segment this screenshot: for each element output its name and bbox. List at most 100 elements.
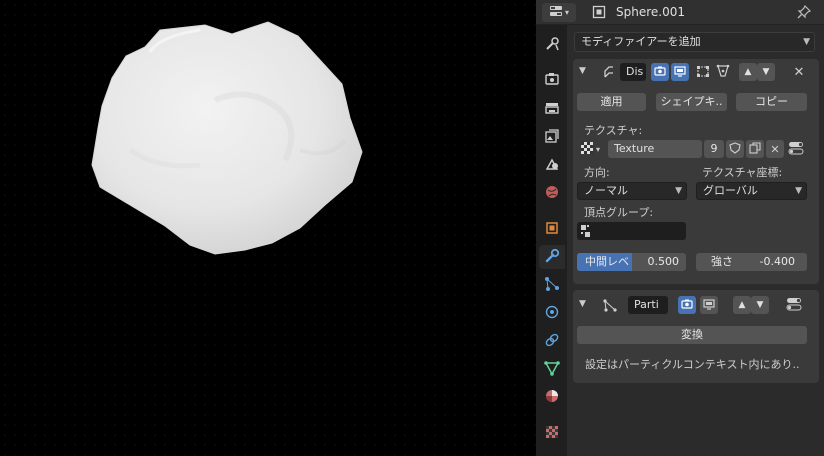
particle-settings-info: 設定はパーティクルコンテキスト内にあり.. (585, 358, 800, 371)
move-up-button[interactable]: ▲ (739, 63, 757, 81)
triangle-up-icon: ▲ (738, 300, 746, 310)
strength-value: -0.400 (759, 255, 795, 268)
on-cage-toggle[interactable] (714, 63, 732, 81)
tab-modifiers[interactable] (539, 245, 565, 269)
properties-editor-icon (549, 5, 563, 20)
3d-viewport[interactable] (0, 0, 536, 456)
scene-icon (544, 156, 560, 175)
vertex-group-field[interactable] (577, 222, 686, 240)
triangle-up-icon: ▲ (744, 67, 752, 77)
tab-view-layer[interactable] (539, 125, 565, 149)
camera-back-icon (544, 71, 560, 90)
tab-data[interactable] (539, 357, 565, 381)
midlevel-slider[interactable]: 中間レベ 0.500 (577, 253, 686, 271)
collapse-triangle-icon[interactable]: ▼ (579, 299, 586, 309)
tab-physics[interactable] (539, 301, 565, 325)
show-viewport-toggle[interactable] (700, 296, 718, 314)
particle-modifier-panel: ▼ Parti ▲ ▼ 変換 設定はパーティクルコンテキスト内にあり.. (573, 290, 819, 383)
duplicate-icon (749, 141, 761, 157)
printer-icon (544, 100, 560, 119)
tab-texture[interactable] (539, 421, 565, 445)
triangle-down-icon: ▼ (756, 300, 764, 310)
properties-tabs (536, 25, 567, 456)
unlink-texture-button[interactable]: ✕ (766, 140, 784, 158)
displaced-sphere-mesh (91, 21, 363, 255)
tab-material[interactable] (539, 385, 565, 409)
show-viewport-toggle[interactable] (671, 63, 689, 81)
texture-users-count[interactable]: 9 (704, 140, 724, 158)
monitor-icon (703, 298, 715, 313)
remove-modifier-button[interactable]: ✕ (790, 63, 808, 81)
move-down-button[interactable]: ▼ (751, 296, 769, 314)
object-icon (592, 5, 606, 19)
modifier-name-field[interactable]: Dis (620, 63, 646, 81)
midlevel-label: 中間レベ (585, 255, 629, 268)
tool-icon (544, 36, 560, 55)
object-icon (544, 220, 560, 239)
constraint-icon (544, 332, 560, 351)
collapse-triangle-icon[interactable]: ▼ (579, 66, 586, 76)
texture-toggle[interactable] (787, 140, 805, 158)
tab-tool[interactable] (539, 33, 565, 57)
move-down-button[interactable]: ▼ (757, 63, 775, 81)
tab-object[interactable] (539, 217, 565, 241)
tab-scene[interactable] (539, 153, 565, 177)
vertex-group-icon (581, 225, 593, 240)
texture-name-field[interactable]: Texture (608, 140, 702, 158)
tab-particles[interactable] (539, 273, 565, 297)
show-render-toggle[interactable] (678, 296, 696, 314)
image-stack-icon (544, 128, 560, 147)
apply-as-shape-key-button[interactable]: シェイプキ.. (656, 93, 727, 111)
particle-toggle[interactable] (785, 296, 803, 314)
chevron-down-icon: ▼ (795, 186, 802, 196)
fake-user-button[interactable] (726, 140, 744, 158)
convert-button[interactable]: 変換 (577, 326, 807, 344)
physics-icon (544, 304, 560, 323)
chevron-down-icon: ▾ (564, 8, 569, 17)
strength-field[interactable]: 強さ -0.400 (696, 253, 807, 271)
copy-button[interactable]: コピー (736, 93, 807, 111)
pin-icon[interactable] (796, 4, 812, 20)
tab-output[interactable] (539, 97, 565, 121)
close-icon: ✕ (793, 64, 805, 80)
show-render-toggle[interactable] (651, 63, 669, 81)
object-name: Sphere.001 (616, 5, 685, 19)
show-editmode-toggle[interactable] (694, 63, 712, 81)
close-icon: ✕ (770, 142, 780, 156)
wrench-icon (544, 248, 560, 267)
tab-constraints[interactable] (539, 329, 565, 353)
material-icon (544, 388, 560, 407)
world-icon (544, 184, 560, 203)
editor-type-button[interactable]: ▾ (542, 3, 576, 22)
duplicate-texture-button[interactable] (746, 140, 764, 158)
toggle-icon (788, 140, 804, 159)
texture-coords-value: グローバル (703, 184, 758, 197)
tab-render[interactable] (539, 68, 565, 92)
texture-browse-button[interactable]: ▾ (577, 140, 603, 158)
texture-icon (544, 424, 560, 443)
chevron-down-icon: ▾ (595, 144, 600, 154)
add-modifier-label: モディファイアーを追加 (581, 35, 701, 48)
move-up-button[interactable]: ▲ (733, 296, 751, 314)
texture-coords-dropdown[interactable]: グローバル ▼ (696, 182, 807, 200)
particles-icon (601, 296, 619, 314)
add-modifier-dropdown[interactable]: モディファイアーを追加 ▼ (574, 32, 815, 52)
midlevel-value: 0.500 (647, 255, 680, 268)
properties-editor: ▾ Sphere.001 モディファイアーを追加 ▼ ▼ Dis ▲ ▼ ✕ 適… (536, 0, 824, 456)
monitor-icon (674, 65, 686, 80)
strength-label: 強さ (711, 255, 733, 268)
direction-dropdown[interactable]: ノーマル ▼ (577, 182, 687, 200)
properties-header: ▾ Sphere.001 (536, 0, 824, 25)
triangle-down-icon: ▼ (762, 67, 770, 77)
apply-button[interactable]: 適用 (577, 93, 646, 111)
direction-value: ノーマル (584, 184, 628, 197)
cage-icon (716, 64, 730, 81)
checker-texture-icon (580, 141, 594, 158)
texture-label: テクスチャ: (584, 124, 643, 137)
modifier-name-field[interactable]: Parti (628, 296, 668, 314)
modifier-properties: モディファイアーを追加 ▼ ▼ Dis ▲ ▼ ✕ 適用 シェイプキ.. コピー… (567, 25, 824, 456)
particles-icon (544, 276, 560, 295)
tab-world[interactable] (539, 181, 565, 205)
displace-modifier-icon (600, 63, 618, 81)
camera-icon (681, 298, 693, 313)
